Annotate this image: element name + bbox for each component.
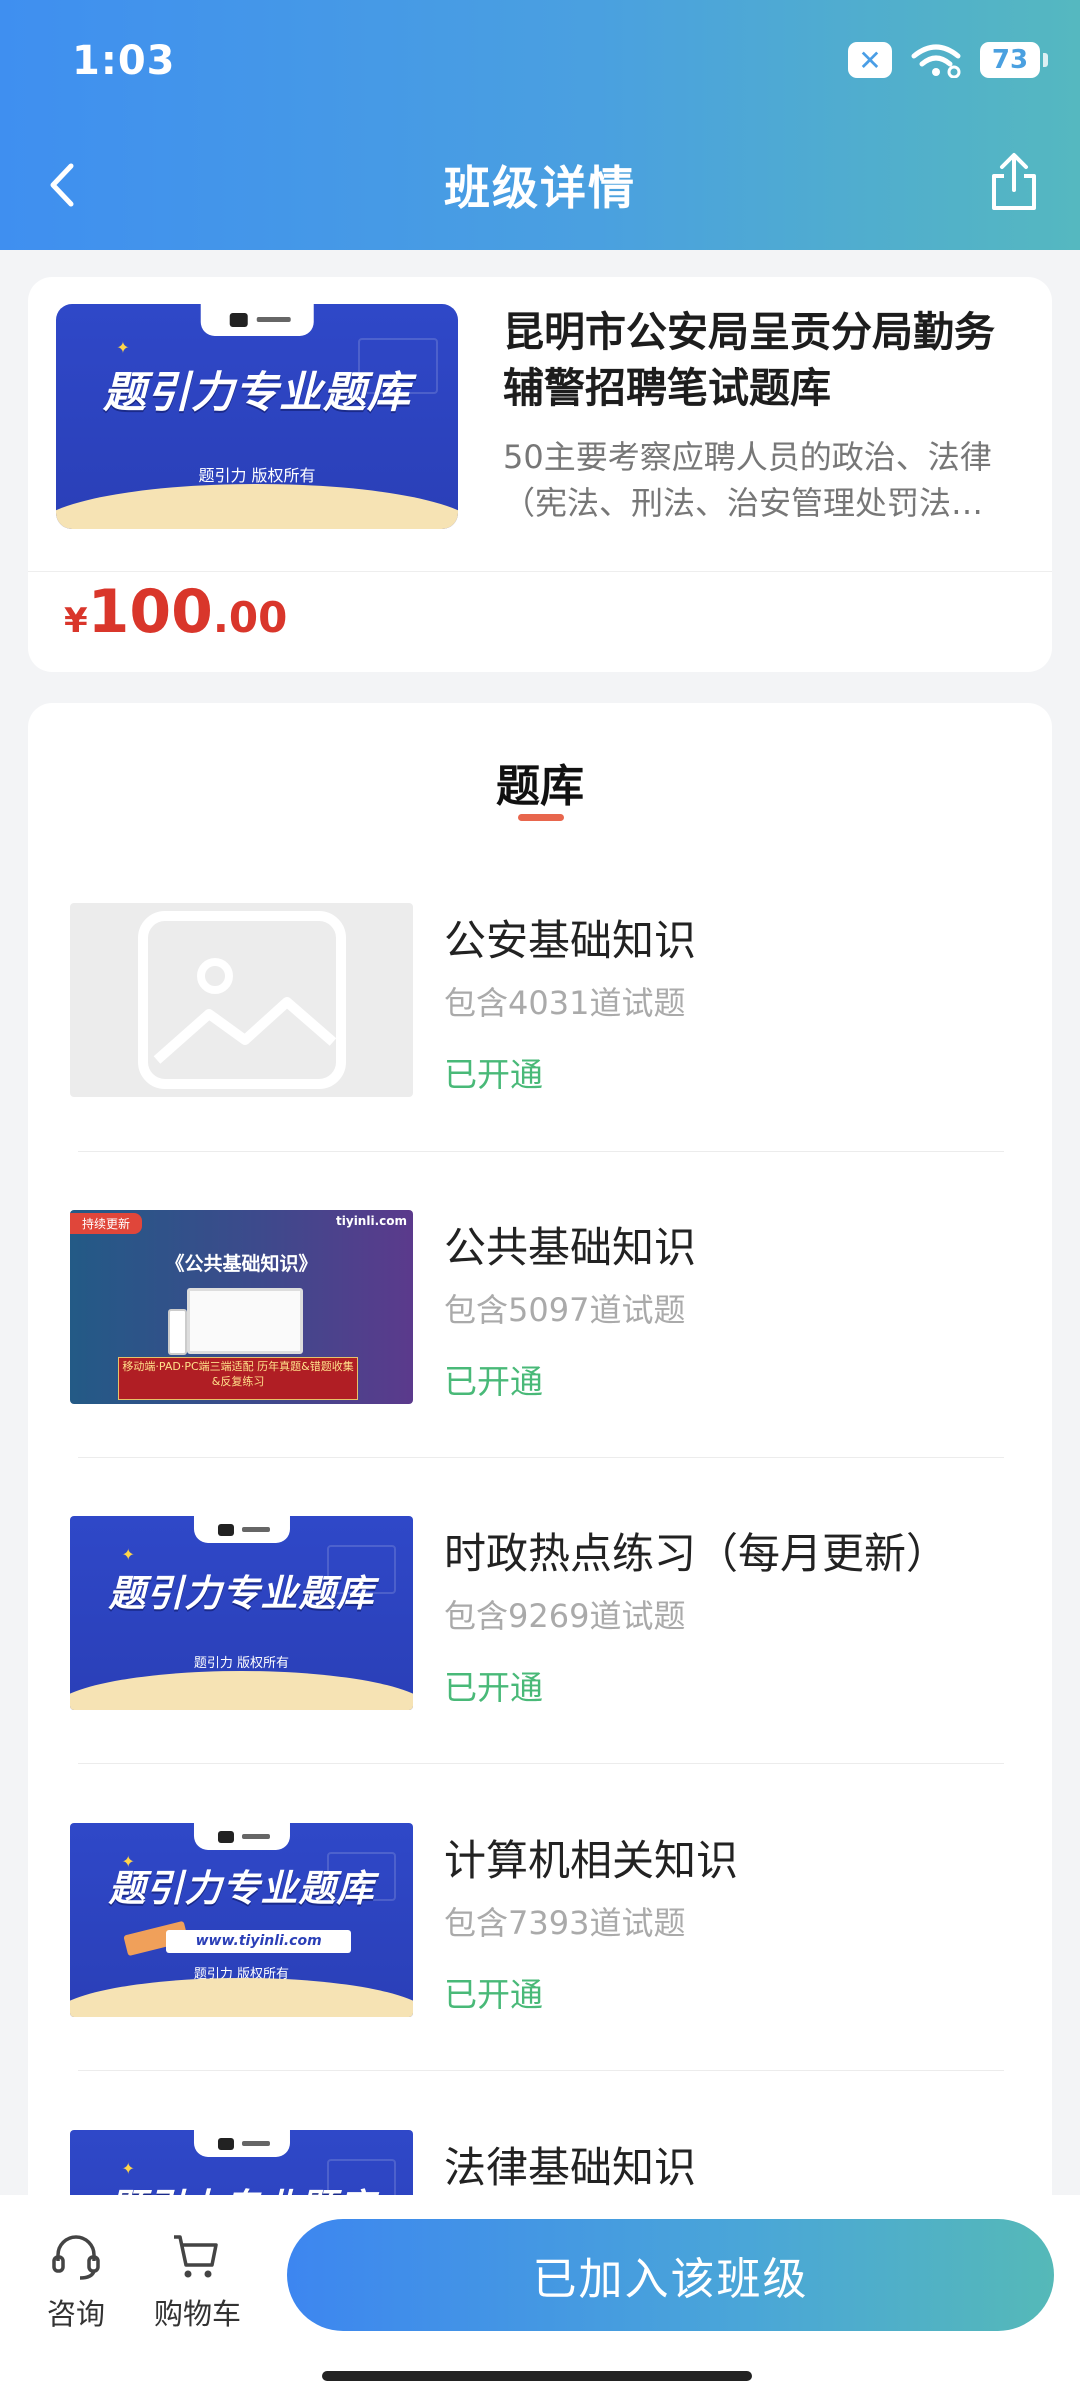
question-bank-panel: 题库 公安基础知识 包含4031道试题 已开通 持续更新 tiyinli.com… xyxy=(28,703,1052,2203)
promo-banner: 移动端·PAD·PC端三端适配 历年真题&错题收集&反复练习 xyxy=(118,1357,359,1401)
bank-question-count: 包含9269道试题 xyxy=(444,1597,686,1635)
devices-illustration xyxy=(167,1287,304,1355)
battery-indicator: 73 xyxy=(980,42,1048,78)
bank-status: 已开通 xyxy=(444,1055,543,1094)
section-title[interactable]: 题库 xyxy=(28,750,1052,814)
consult-button[interactable]: 咨询 xyxy=(36,2231,116,2333)
page-title: 班级详情 xyxy=(444,161,636,215)
tab-underline xyxy=(518,814,564,821)
promo-logo: tiyinli.com xyxy=(336,1214,407,1228)
divider xyxy=(78,1763,1004,1764)
class-cover-image: ✦ 题引力专业题库 题引力 版权所有 xyxy=(56,304,458,529)
bank-status: 已开通 xyxy=(444,1362,543,1401)
promo-headline: 题引力专业题库 xyxy=(108,1866,375,1910)
home-indicator[interactable] xyxy=(322,2371,752,2381)
shopping-cart-icon xyxy=(174,2235,218,2278)
notification-close-icon: ✕ xyxy=(848,42,892,78)
price: ¥100.00 xyxy=(64,577,287,647)
status-time: 1:03 xyxy=(72,38,176,84)
bank-name: 计算机相关知识 xyxy=(444,1836,739,1885)
bottom-action-bar: 咨询 购物车 已加入该班级 xyxy=(0,2195,1080,2400)
divider xyxy=(78,2070,1004,2071)
divider xyxy=(78,1457,1004,1458)
joined-class-button[interactable]: 已加入该班级 xyxy=(287,2219,1054,2331)
cart-button[interactable]: 购物车 xyxy=(154,2231,242,2333)
app-header: 1:03 ✕ 73 班级详情 xyxy=(0,0,1080,250)
bank-name: 公安基础知识 xyxy=(444,916,697,965)
promo-sub: 题引力 版权所有 xyxy=(193,1655,290,1671)
bank-thumbnail: 持续更新 tiyinli.com 《公共基础知识》 移动端·PAD·PC端三端适… xyxy=(70,1210,413,1404)
price-currency: ¥ xyxy=(64,601,88,641)
placeholder-image-icon xyxy=(137,911,346,1089)
bank-item[interactable]: 公安基础知识 包含4031道试题 已开通 xyxy=(70,903,1030,1103)
bank-thumbnail: ✦ 题引力专业题库 www.tiyinli.com 题引力 版权所有 xyxy=(70,1823,413,2017)
cover-sub: 题引力 版权所有 xyxy=(198,465,316,485)
promo-url: www.tiyinli.com xyxy=(166,1929,352,1953)
class-card: ✦ 题引力专业题库 题引力 版权所有 昆明市公安局呈贡分局勤务辅警招聘笔试题库 … xyxy=(28,277,1052,672)
wifi-icon xyxy=(911,44,961,78)
bank-item[interactable]: ✦ 题引力专业题库 题引力 版权所有 时政热点练习（每月更新） 包含9269道试… xyxy=(70,1516,1030,1716)
bank-question-count: 包含7393道试题 xyxy=(444,1904,686,1942)
class-description: 50主要考察应聘人员的政治、法律（宪法、刑法、治安管理处罚法… xyxy=(503,438,992,522)
status-icons: ✕ 73 xyxy=(848,42,1048,78)
logo-tab xyxy=(200,304,314,336)
bank-question-count: 包含5097道试题 xyxy=(444,1291,686,1329)
bank-status: 已开通 xyxy=(444,1975,543,2014)
bank-name: 法律基础知识 xyxy=(444,2143,697,2192)
class-title: 昆明市公安局呈贡分局勤务辅警招聘笔试题库 xyxy=(503,308,995,412)
headset-icon xyxy=(52,2235,100,2280)
bank-item[interactable]: ✦ 题引力专业题库 www.tiyinli.com 题引力 版权所有 计算机相关… xyxy=(70,1823,1030,2023)
bank-thumbnail xyxy=(70,903,413,1097)
divider xyxy=(78,1151,1004,1152)
price-integer: 100 xyxy=(87,577,213,647)
bank-name: 公共基础知识 xyxy=(444,1223,697,1272)
bank-item[interactable]: ✦ 题引力专业题库 法律基础知识 xyxy=(70,2130,1030,2203)
share-button[interactable] xyxy=(984,150,1044,214)
promo-ribbon: 持续更新 xyxy=(70,1213,143,1234)
share-icon xyxy=(992,153,1036,210)
bank-name: 时政热点练习（每月更新） xyxy=(444,1529,949,1578)
promo-headline: 题引力专业题库 xyxy=(108,1571,375,1615)
bank-thumbnail: ✦ 题引力专业题库 xyxy=(70,2130,413,2203)
bank-question-count: 包含4031道试题 xyxy=(444,984,686,1022)
bank-status: 已开通 xyxy=(444,1668,543,1707)
promo-title: 《公共基础知识》 xyxy=(165,1252,318,1275)
consult-label: 咨询 xyxy=(46,2297,105,2331)
bank-thumbnail: ✦ 题引力专业题库 题引力 版权所有 xyxy=(70,1516,413,1710)
cover-headline: 题引力专业题库 xyxy=(103,368,411,418)
price-decimal: .00 xyxy=(212,593,288,642)
cart-label: 购物车 xyxy=(154,2297,242,2331)
divider xyxy=(28,571,1052,572)
bank-item[interactable]: 持续更新 tiyinli.com 《公共基础知识》 移动端·PAD·PC端三端适… xyxy=(70,1210,1030,1410)
